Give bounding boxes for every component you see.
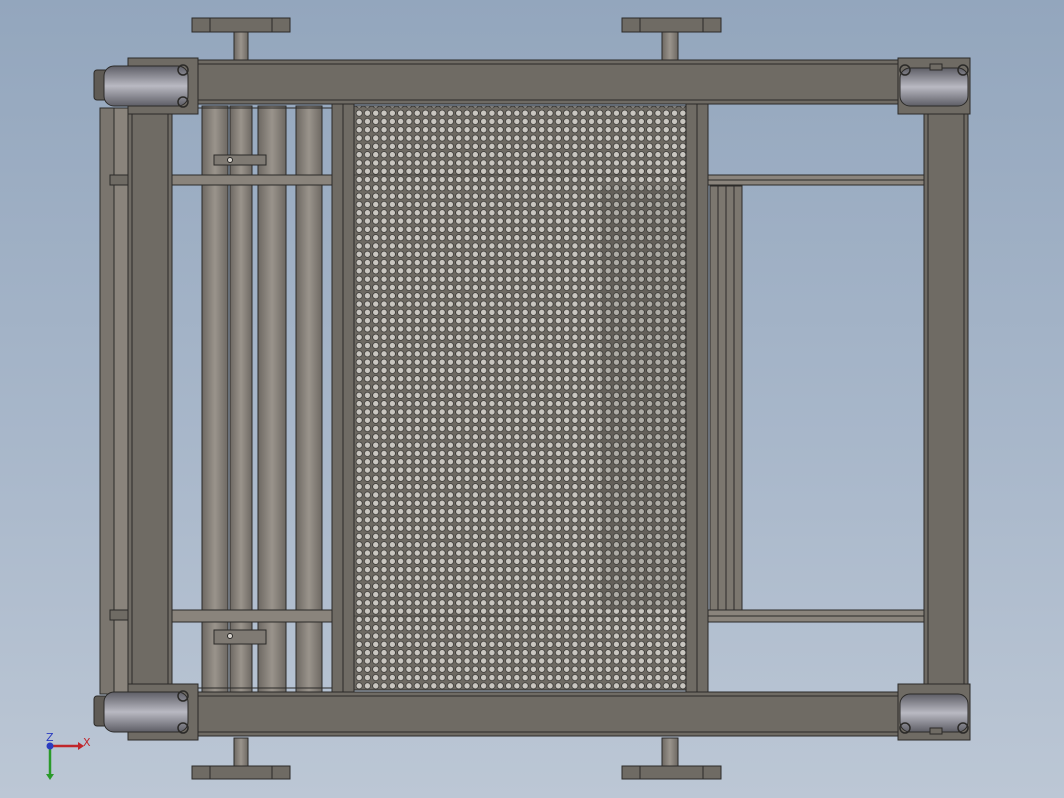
- caster-bottom-right[interactable]: [899, 693, 969, 735]
- cad-model-viewport[interactable]: X Z: [0, 0, 1064, 798]
- caster-top-left[interactable]: [93, 64, 189, 108]
- perforated-panel[interactable]: [331, 103, 709, 693]
- top-right-mount: [621, 17, 722, 61]
- top-beam: [197, 59, 901, 105]
- vertical-pipes: [201, 105, 323, 695]
- right-section-frame: [707, 103, 925, 693]
- z-axis-label: Z: [46, 731, 54, 744]
- bottom-left-mount: [191, 737, 291, 780]
- outer-left-rails: [99, 107, 131, 695]
- top-left-mount: [191, 17, 291, 61]
- right-post: [923, 103, 969, 693]
- bottom-right-mount: [621, 737, 722, 780]
- caster-bottom-left[interactable]: [93, 690, 189, 734]
- bottom-beam: [197, 691, 901, 737]
- reference-triad: X Z: [46, 731, 91, 780]
- x-axis-label: X: [83, 736, 91, 749]
- caster-top-right[interactable]: [899, 63, 969, 107]
- left-post: [127, 103, 173, 693]
